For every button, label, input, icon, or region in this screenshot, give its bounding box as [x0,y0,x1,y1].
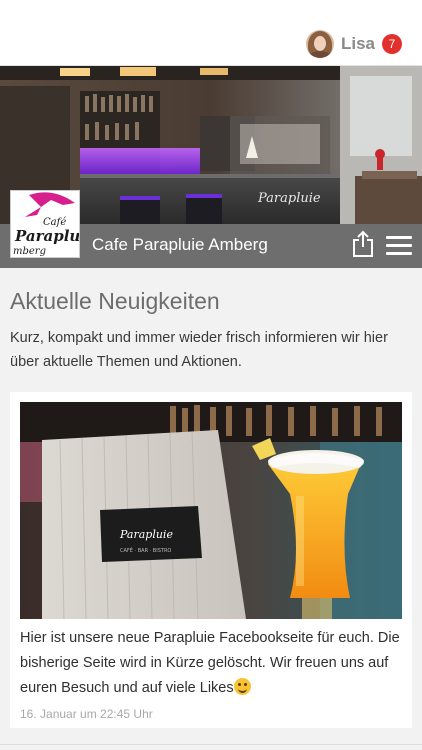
top-bar: Lisa 7 [0,0,422,66]
news-post-text: Hier ist unsere neue Parapluie Facebooks… [20,626,404,701]
section-description: Kurz, kompakt und immer wieder frisch in… [10,330,388,370]
news-post-date: 16. Januar um 22:45 Uhr [20,707,153,721]
news-post-text-content: Hier ist unsere neue Parapluie Facebooks… [20,630,400,696]
share-button[interactable] [351,230,375,258]
user-name[interactable]: Lisa [341,34,375,54]
news-post-image[interactable]: Parapluie CAFÉ · BAR · BISTRO [20,402,402,619]
image-sign-text: Parapluie [119,528,173,541]
venue-title: Cafe Parapluie Amberg [92,235,268,254]
user-profile[interactable]: Lisa 7 [305,29,402,59]
news-post-card[interactable]: Parapluie CAFÉ · BAR · BISTRO Hier ist u… [10,392,412,728]
hamburger-menu-icon[interactable] [386,236,412,256]
user-avatar-icon[interactable] [305,30,334,58]
notification-badge[interactable]: 7 [382,34,402,54]
divider [0,744,422,745]
image-sign-subtext: CAFÉ · BAR · BISTRO [120,546,171,554]
venue-logo: Café Paraplu mberg [10,190,80,258]
hero-sign: Parapluie [257,191,321,206]
share-icon[interactable] [351,230,375,258]
smiling-face-emoji [233,678,251,695]
logo-main-text: Paraplu [14,227,79,245]
logo-city-text: mberg [13,246,46,257]
section-title: Aktuelle Neuigkeiten [10,288,220,314]
